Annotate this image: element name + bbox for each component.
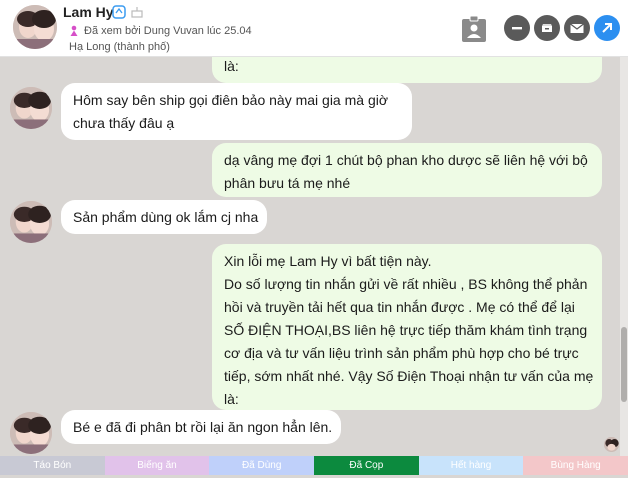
message-line: Xin lỗi mẹ Lam Hy vì bất tiện này. [224,253,432,269]
contact-avatar[interactable] [13,5,57,49]
contact-card-icon[interactable] [461,15,487,43]
seen-indicator-avatar [604,437,619,452]
message-line: SỐ ĐIỆN THOẠI,BS liên hệ trực tiếp thăm … [224,322,588,338]
message-line: tiếp, sớm nhất nhé. Vậy Số Điện Thoại nh… [224,368,594,384]
contact-avatar[interactable] [10,87,52,129]
outgoing-message: dạ vâng mẹ đợi 1 chút bộ phan kho dược s… [212,143,602,197]
conversation-header: Lam Hy Đã xem bởi Dung Vuvan lúc 25.04 H… [0,0,628,57]
tag-tao-bon[interactable]: Táo Bón [0,456,105,475]
tag-bung-hang[interactable]: Bùng Hàng [523,456,628,475]
inbox-icon [542,24,552,32]
mail-icon [570,23,584,33]
contact-avatar[interactable] [10,201,52,243]
contact-location: Hạ Long (thành phố) [69,41,170,53]
outgoing-message: là: [212,57,602,83]
tag-da-dung[interactable]: Đã Dùng [209,456,315,475]
tag-da-cop[interactable]: Đã Cọp [314,456,419,475]
message-line: Sản phẩm dùng ok lắm cj nha [73,209,259,225]
verified-badge-icon [112,5,126,19]
message-list[interactable]: là: Hôm say bên ship gọi điên bảo này ma… [0,57,620,456]
message-line: dạ vâng mẹ đợi 1 chút bộ phan kho dược s… [224,152,588,168]
outgoing-message: Xin lỗi mẹ Lam Hy vì bất tiện này. Do số… [212,244,602,410]
message-line: hồi và truyền tải hết qua tin nhắn được … [224,299,575,315]
birthday-cake-icon [131,7,143,18]
forward-arrow-icon [602,23,612,33]
chat-scrollbar[interactable] [620,57,628,456]
message-line: là: [224,58,239,74]
tag-bieng-an[interactable]: Biếng ăn [104,456,210,475]
minus-button[interactable] [504,15,530,41]
contact-avatar[interactable] [10,412,52,454]
message-line: phân bưu tá mẹ nhé [224,175,351,191]
scrollbar-thumb[interactable] [621,327,627,402]
message-line: Bé e đã đi phân bt rồi lại ăn ngon hẳn l… [73,419,333,435]
tag-bar: Táo Bón Biếng ăn Đã Dùng Đã Cọp Hết hàng… [0,456,628,478]
seen-status: Đã xem bởi Dung Vuvan lúc 25.04 [84,25,252,37]
message-line: chưa thấy đâu ạ [73,115,175,131]
incoming-message: Sản phẩm dùng ok lắm cj nha [61,200,267,234]
message-line: Hôm say bên ship gọi điên bảo này mai gi… [73,92,389,108]
contact-name[interactable]: Lam Hy [63,4,114,20]
message-line: Do số lượng tin nhắn gửi về rất nhiều , … [224,276,588,292]
message-line: là: [224,391,239,407]
incoming-message: Bé e đã đi phân bt rồi lại ăn ngon hẳn l… [61,410,341,444]
message-line: cơ địa và tư vấn liệu trình sản phẩm phù… [224,345,579,361]
inbox-button[interactable] [534,15,560,41]
mail-button[interactable] [564,15,590,41]
female-icon [70,25,78,36]
forward-button[interactable] [594,15,620,41]
incoming-message: Hôm say bên ship gọi điên bảo này mai gi… [61,83,412,140]
tag-het-hang[interactable]: Hết hàng [418,456,524,475]
minus-icon [512,27,522,30]
